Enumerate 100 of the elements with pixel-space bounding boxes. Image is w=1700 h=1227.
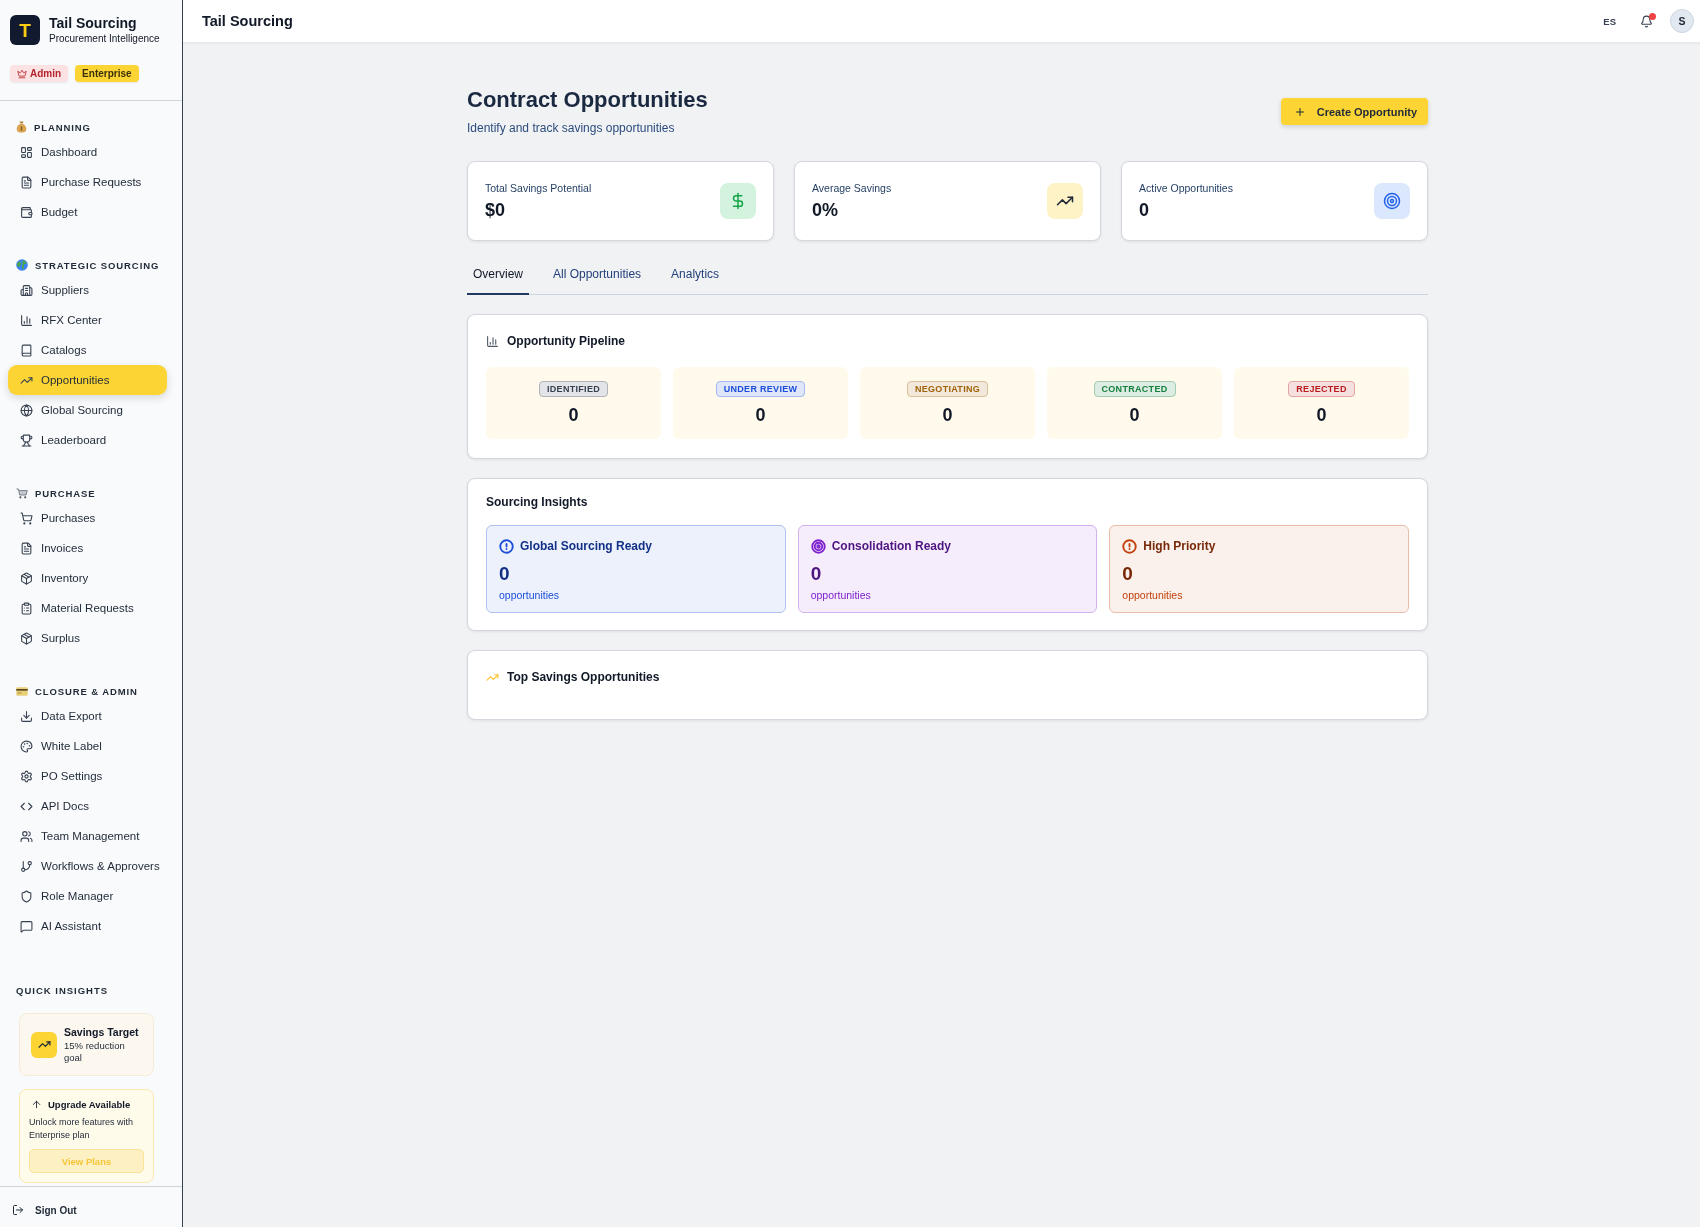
insight-count: 0: [1122, 562, 1134, 586]
user-avatar[interactable]: S: [1670, 9, 1694, 33]
logout-icon: [12, 1204, 24, 1216]
nav-item[interactable]: AI Assistant: [8, 911, 167, 941]
section-heading: PLANNING: [34, 121, 91, 133]
nav-item[interactable]: Suppliers: [8, 275, 167, 305]
role-badge: Admin: [10, 65, 69, 82]
status-tag: REJECTED: [1288, 381, 1355, 397]
section-heading: STRATEGIC SOURCING: [35, 259, 160, 271]
page-subtitle: Identify and track savings opportunities: [467, 120, 676, 136]
stage-count: 0: [1316, 405, 1327, 425]
settings-icon: [20, 769, 33, 783]
stat-label: Active Opportunities: [1139, 181, 1233, 195]
card-title: Upgrade Available: [48, 1099, 131, 1110]
nav-item[interactable]: Opportunities: [8, 365, 167, 395]
nav-item[interactable]: Global Sourcing: [8, 395, 167, 425]
brand-name: Tail Sourcing: [49, 15, 138, 32]
panel-title: Opportunity Pipeline: [507, 334, 625, 348]
nav-item[interactable]: Leaderboard: [8, 425, 167, 455]
create-button[interactable]: Create Opportunity: [1280, 98, 1428, 125]
status-tag: IDENTIFIED: [539, 381, 608, 397]
insight-unit: opportunities: [499, 588, 561, 602]
stage-count: 0: [942, 405, 953, 425]
panel-title: Sourcing Insights: [486, 495, 588, 509]
nav-item[interactable]: Role Manager: [8, 881, 167, 911]
nav-item[interactable]: Budget: [8, 197, 167, 227]
palette-icon: [20, 739, 33, 753]
stage-count: 0: [568, 405, 579, 425]
nav-item[interactable]: Catalogs: [8, 335, 167, 365]
bar-chart-icon: [486, 334, 499, 348]
status-tag: UNDER REVIEW: [715, 381, 806, 397]
trending-up-icon: [1047, 183, 1083, 219]
building-icon: [20, 283, 33, 297]
cart-icon: [16, 487, 28, 499]
grid-icon: [20, 145, 33, 159]
credit-card-icon: [16, 686, 28, 696]
branch-icon: [20, 859, 33, 873]
bar-chart-icon: [20, 313, 33, 327]
section-heading: CLOSURE & ADMIN: [35, 685, 138, 697]
language-toggle[interactable]: ES: [1599, 13, 1620, 29]
nav-item[interactable]: Data Export: [8, 701, 167, 731]
stat-value: 0%: [812, 198, 839, 221]
nav-item[interactable]: White Label: [8, 731, 167, 761]
bell-icon: [1640, 14, 1653, 28]
card-title: Savings Target: [64, 1025, 139, 1039]
insight-title: High Priority: [1143, 539, 1216, 553]
insight-count: 0: [810, 562, 823, 586]
insight-title: Global Sourcing Ready: [520, 539, 653, 553]
dollar-icon: [720, 183, 756, 219]
nav-item[interactable]: Workflows & Approvers: [8, 851, 167, 881]
document-icon: [20, 175, 33, 189]
panel-title: Top Savings Opportunities: [507, 670, 660, 684]
stat-value: $0: [485, 198, 507, 221]
page-title: Contract Opportunities: [467, 86, 708, 114]
insight-unit: opportunities: [1122, 588, 1184, 602]
section-heading: QUICK INSIGHTS: [15, 984, 110, 998]
book-icon: [20, 343, 33, 357]
sign-out-button[interactable]: Sign Out: [12, 1204, 77, 1216]
stage-count: 0: [755, 405, 766, 425]
stat-value: 0: [1139, 198, 1150, 221]
wallet-icon: [20, 205, 33, 219]
notifications-button[interactable]: [1638, 12, 1655, 30]
trophy-icon: [20, 433, 33, 447]
shield-icon: [20, 889, 33, 903]
globe-icon: [16, 259, 28, 271]
download-icon: [20, 709, 33, 723]
nav-item[interactable]: Purchases: [8, 503, 167, 533]
nav-item[interactable]: Material Requests: [8, 593, 167, 623]
status-tag: NEGOTIATING: [906, 381, 989, 397]
app-logo: T: [10, 15, 40, 45]
chat-bubble-icon: [20, 919, 33, 933]
card-text: Unlock more features with Enterprise plan: [29, 1116, 135, 1141]
plus-icon: [1293, 105, 1306, 118]
nav-item[interactable]: Invoices: [8, 533, 167, 563]
nav-item[interactable]: RFX Center: [8, 305, 167, 335]
status-tag: CONTRACTED: [1093, 381, 1176, 397]
document-icon: [20, 541, 33, 555]
brand-tagline: Procurement Intelligence: [49, 32, 160, 45]
nav-item[interactable]: Dashboard: [8, 137, 167, 167]
tab[interactable]: Overview: [467, 255, 529, 295]
globe-icon: [20, 403, 33, 417]
users-icon: [20, 829, 33, 843]
box-icon: [20, 631, 33, 645]
money-bag-icon: [16, 121, 27, 133]
tab[interactable]: Analytics: [665, 255, 726, 295]
tab[interactable]: All Opportunities: [547, 255, 648, 295]
nav-item[interactable]: Purchase Requests: [8, 167, 167, 197]
stat-label: Average Savings: [812, 181, 892, 195]
insight-unit: opportunities: [810, 588, 872, 602]
insight-count: 0: [499, 562, 511, 586]
plan-badge: Enterprise: [75, 65, 139, 82]
nav-item[interactable]: Surplus: [8, 623, 167, 653]
nav-item[interactable]: Team Management: [8, 821, 167, 851]
nav-item[interactable]: API Docs: [8, 791, 167, 821]
box-icon: [20, 571, 33, 585]
clipboard-icon: [20, 601, 33, 615]
stat-label: Total Savings Potential: [485, 181, 592, 195]
nav-item[interactable]: Inventory: [8, 563, 167, 593]
cart-icon: [20, 511, 33, 525]
nav-item[interactable]: PO Settings: [8, 761, 167, 791]
